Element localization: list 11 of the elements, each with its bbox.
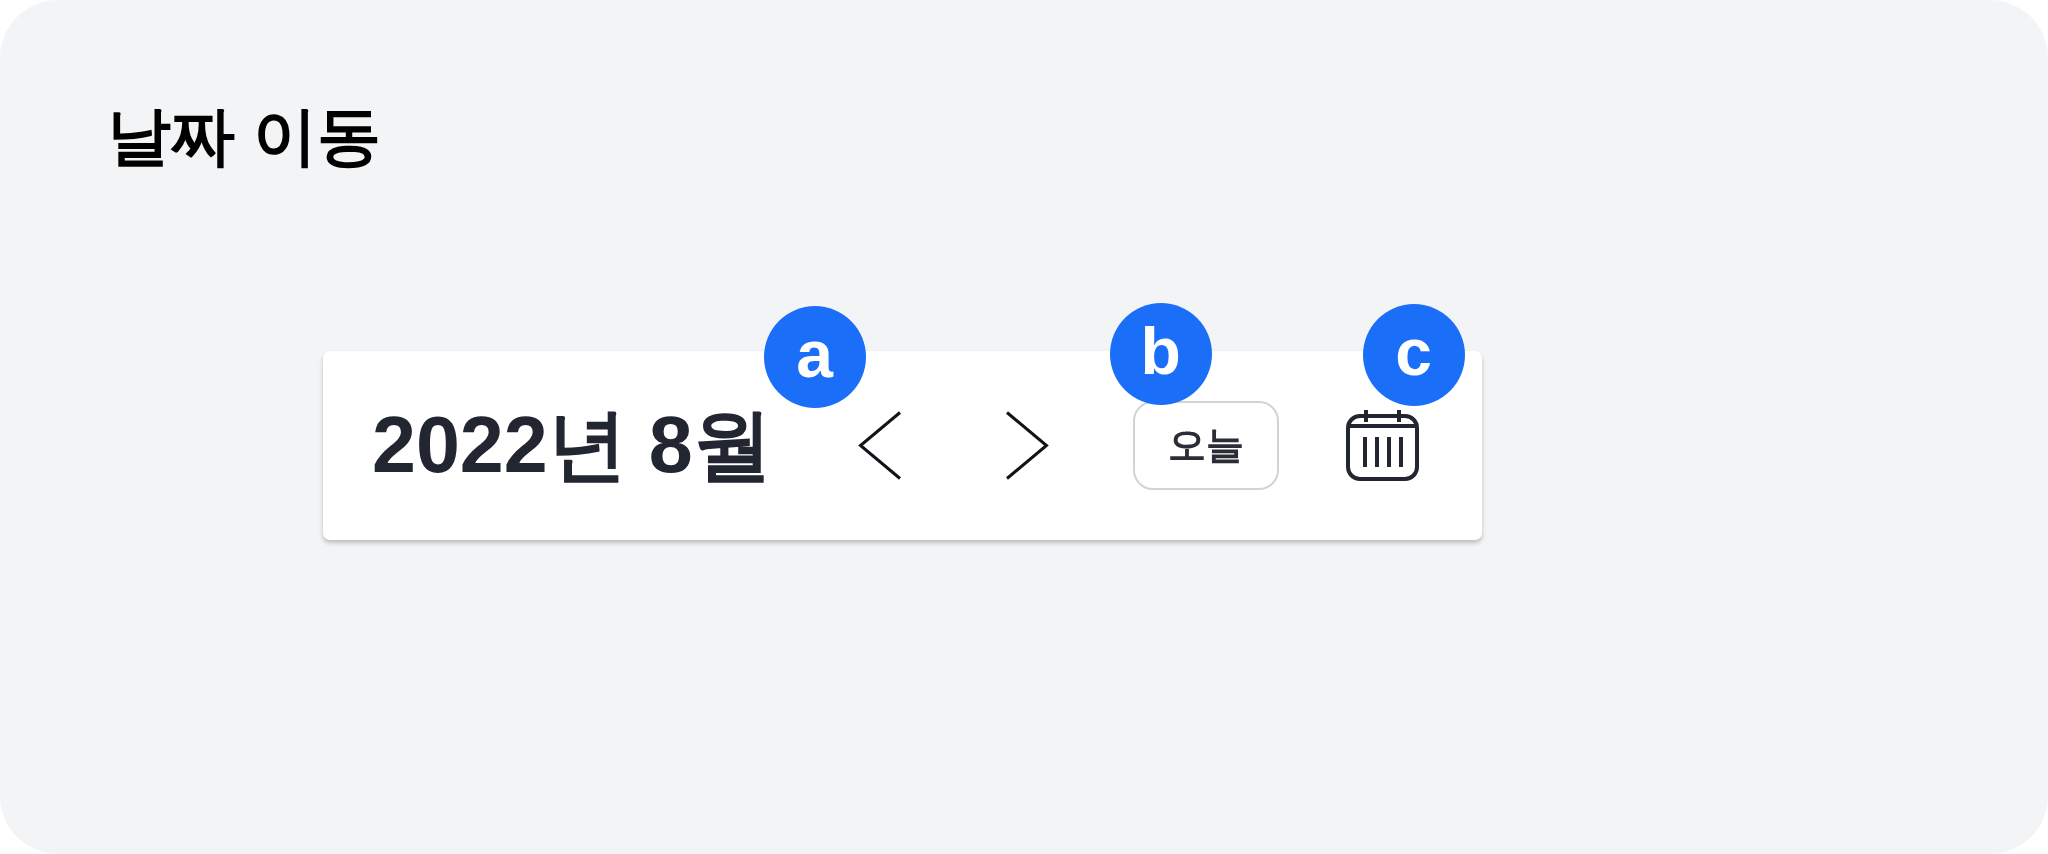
marker-badge: a (763, 305, 866, 408)
chevron-left-icon (857, 410, 902, 480)
page-title: 날짜 이동 (107, 99, 381, 174)
calendar-icon (1345, 409, 1419, 481)
marker-badge: c (1362, 303, 1465, 406)
chevron-right-icon (1004, 410, 1049, 480)
today-button[interactable]: 오늘 (1132, 400, 1279, 490)
marker-badge: b (1109, 302, 1212, 405)
calendar-button[interactable] (1345, 409, 1419, 481)
next-month-button[interactable] (1004, 410, 1049, 480)
previous-month-button[interactable] (857, 410, 902, 480)
